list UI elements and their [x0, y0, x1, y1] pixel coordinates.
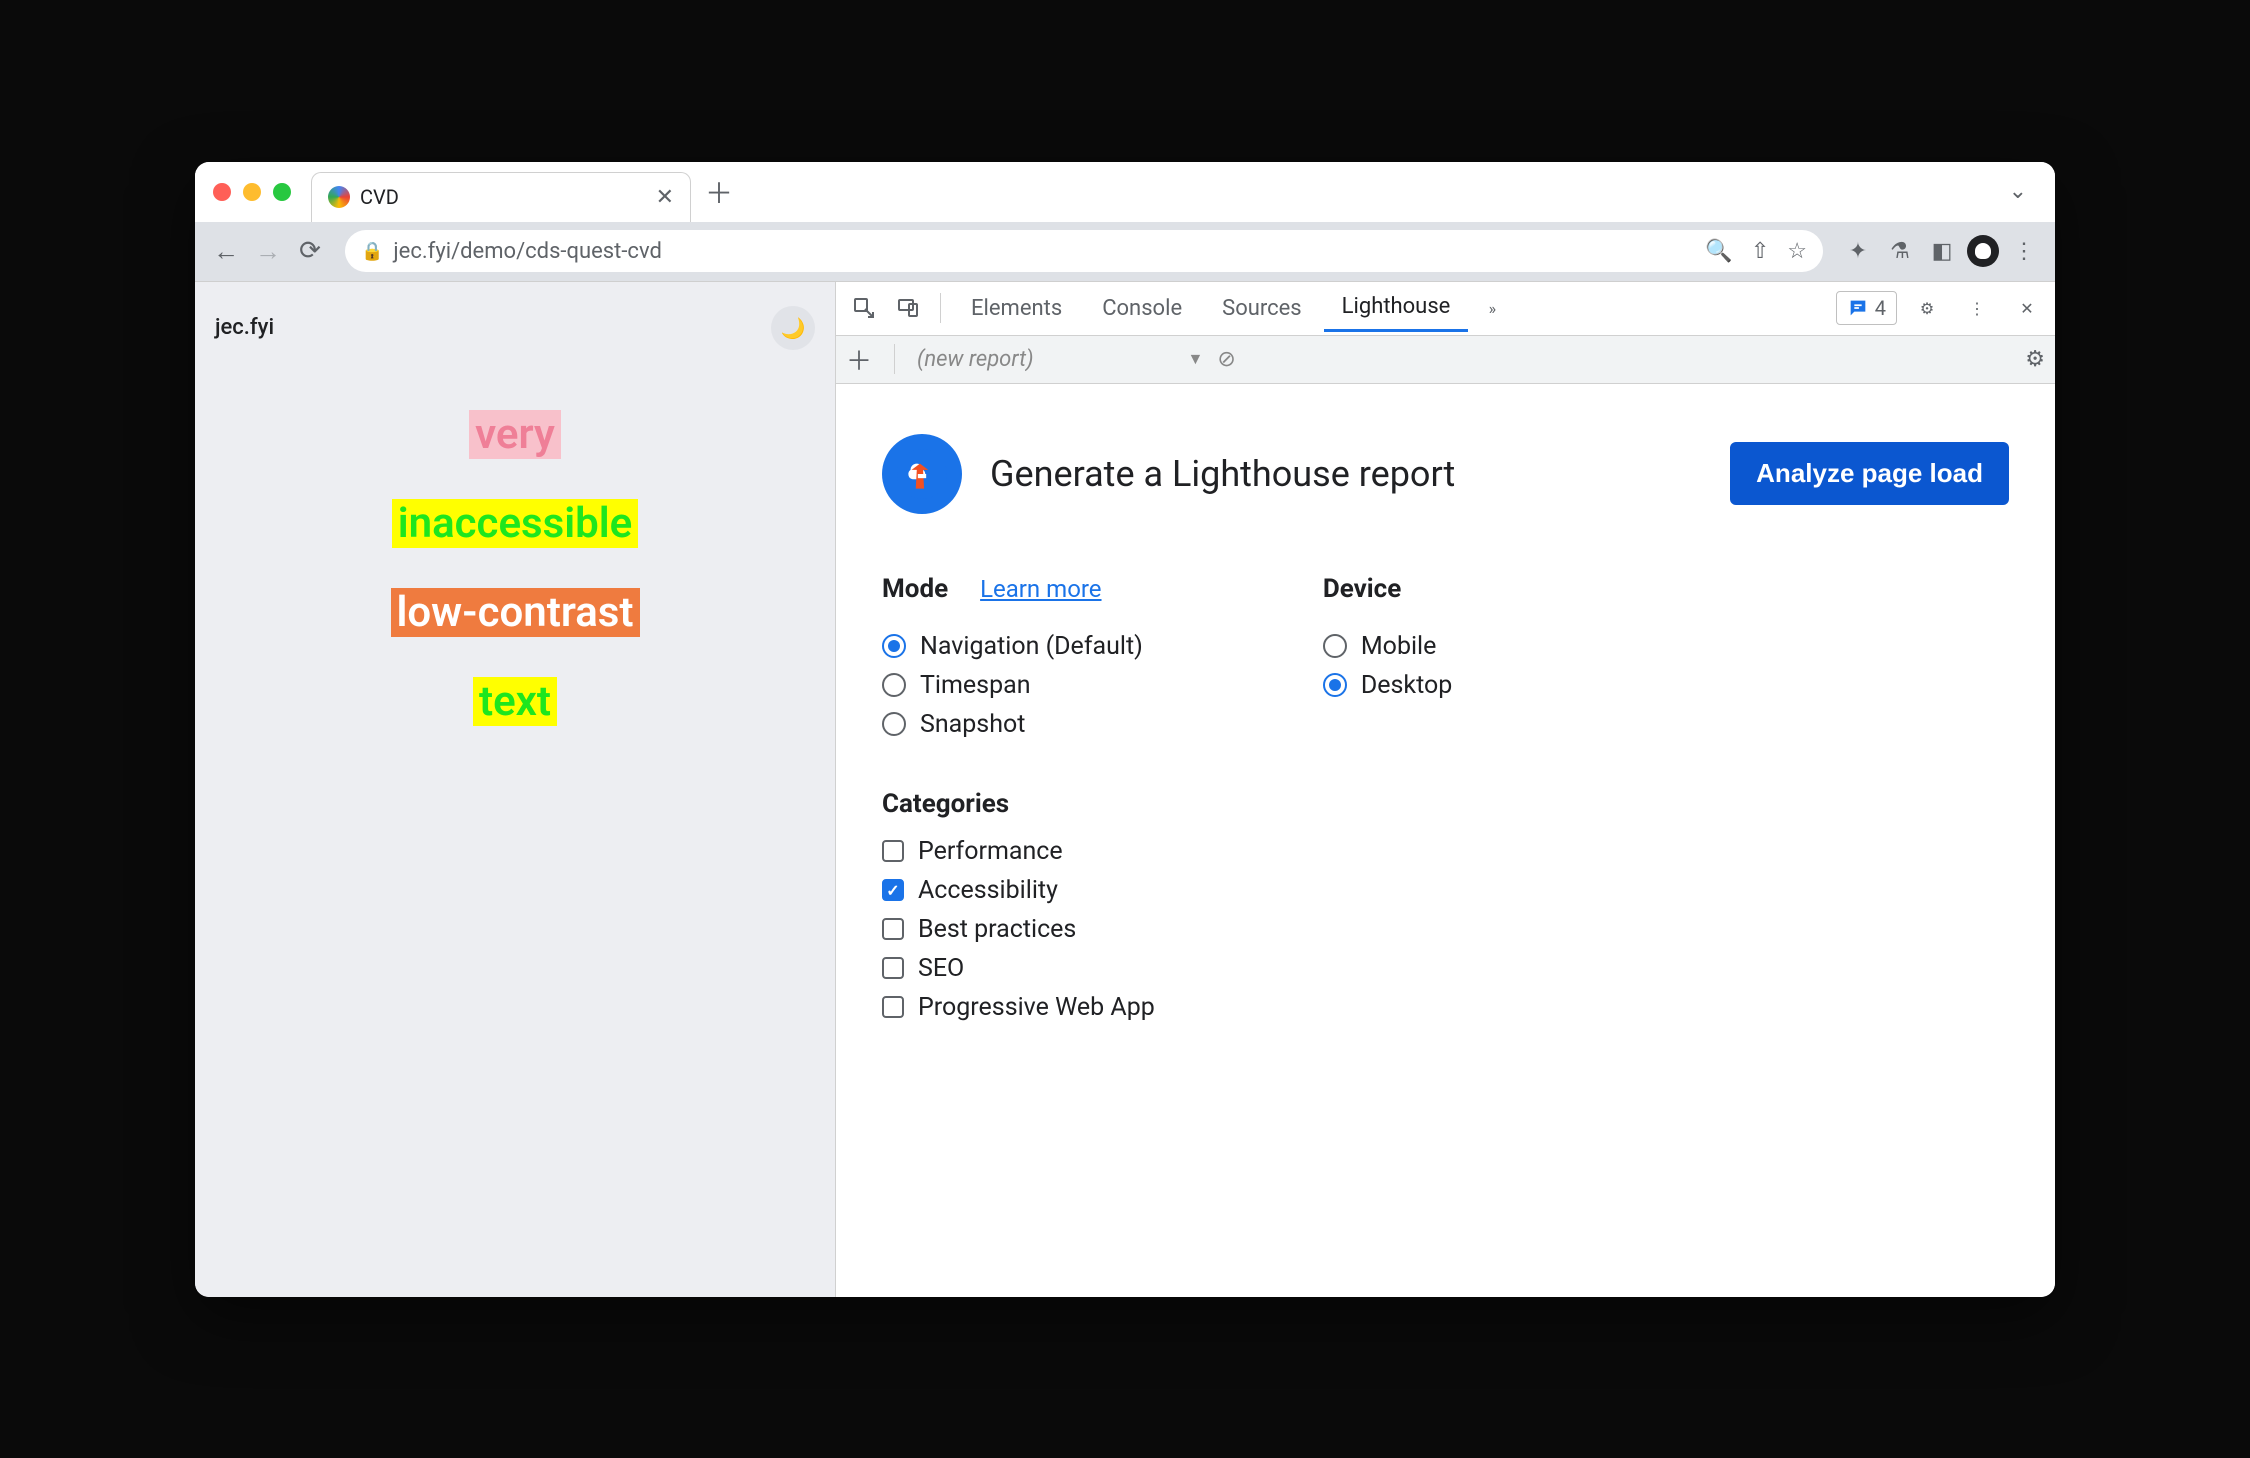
- categories-heading: Categories: [882, 789, 2009, 819]
- minimize-window-button[interactable]: [243, 183, 261, 201]
- devtools-tabbar: Elements Console Sources Lighthouse » 4 …: [836, 282, 2055, 336]
- option-label: Desktop: [1361, 671, 1452, 700]
- report-dropdown-label[interactable]: (new report): [917, 347, 1034, 372]
- tab-sources[interactable]: Sources: [1204, 286, 1320, 331]
- demo-word-1: very: [469, 410, 561, 459]
- more-tabs-icon[interactable]: »: [1472, 288, 1512, 328]
- new-tab-button[interactable]: ＋: [705, 172, 733, 212]
- close-window-button[interactable]: [213, 183, 231, 201]
- learn-more-link[interactable]: Learn more: [980, 575, 1101, 603]
- option-label: Mobile: [1361, 632, 1437, 661]
- url-text: jec.fyi/demo/cds-quest-cvd: [393, 239, 1695, 264]
- category-seo[interactable]: SEO: [882, 954, 2009, 983]
- content-area: jec.fyi 🌙 very inaccessible low-contrast…: [195, 282, 2055, 1297]
- close-tab-icon[interactable]: ✕: [656, 185, 674, 210]
- settings-gear-icon[interactable]: ⚙: [1907, 288, 1947, 328]
- option-label: Navigation (Default): [920, 632, 1143, 661]
- tab-favicon-icon: [328, 186, 350, 208]
- mode-option-timespan[interactable]: Timespan: [882, 671, 1143, 700]
- extensions-icon[interactable]: ✦: [1841, 234, 1875, 268]
- browser-tab[interactable]: CVD ✕: [311, 172, 691, 222]
- option-label: Accessibility: [918, 876, 1058, 905]
- category-best-practices[interactable]: Best practices: [882, 915, 2009, 944]
- share-icon[interactable]: ⇧: [1751, 239, 1769, 264]
- lighthouse-body: Generate a Lighthouse report Analyze pag…: [836, 384, 2055, 1297]
- browser-window: CVD ✕ ＋ ⌄ ← → ⟳ 🔒 jec.fyi/demo/cds-quest…: [195, 162, 2055, 1297]
- lighthouse-subbar: ＋ (new report) ▼ ⊘ ⚙: [836, 336, 2055, 384]
- titlebar: CVD ✕ ＋ ⌄: [195, 162, 2055, 222]
- labs-icon[interactable]: ⚗: [1883, 234, 1917, 268]
- radio-icon: [1323, 634, 1347, 658]
- tab-console[interactable]: Console: [1084, 286, 1200, 331]
- side-panel-icon[interactable]: ◧: [1925, 234, 1959, 268]
- profile-avatar[interactable]: [1967, 235, 1999, 267]
- mode-heading: Mode: [882, 574, 948, 604]
- category-pwa[interactable]: Progressive Web App: [882, 993, 2009, 1022]
- close-devtools-icon[interactable]: ✕: [2007, 288, 2047, 328]
- device-option-desktop[interactable]: Desktop: [1323, 671, 1452, 700]
- clear-icon[interactable]: ⊘: [1217, 347, 1235, 372]
- tab-elements[interactable]: Elements: [953, 286, 1080, 331]
- address-bar[interactable]: 🔒 jec.fyi/demo/cds-quest-cvd 🔍 ⇧ ☆: [345, 230, 1823, 272]
- lighthouse-heading: Generate a Lighthouse report: [990, 453, 1702, 495]
- page-brand: jec.fyi: [215, 315, 274, 340]
- issues-indicator[interactable]: 4: [1836, 291, 1897, 325]
- option-label: Progressive Web App: [918, 993, 1155, 1022]
- lighthouse-settings-icon[interactable]: ⚙: [2025, 347, 2045, 372]
- demo-words: very inaccessible low-contrast text: [391, 410, 640, 726]
- tab-overflow-icon[interactable]: ⌄: [2009, 179, 2027, 204]
- demo-word-4: text: [473, 677, 557, 726]
- checkbox-icon: [882, 879, 904, 901]
- option-label: Performance: [918, 837, 1063, 866]
- back-button[interactable]: ←: [209, 234, 243, 268]
- lock-icon: 🔒: [361, 241, 383, 262]
- devtools-panel: Elements Console Sources Lighthouse » 4 …: [835, 282, 2055, 1297]
- checkbox-icon: [882, 918, 904, 940]
- new-report-icon[interactable]: ＋: [846, 341, 872, 378]
- dark-mode-toggle[interactable]: 🌙: [771, 306, 815, 350]
- tab-lighthouse[interactable]: Lighthouse: [1324, 284, 1469, 332]
- mode-option-navigation[interactable]: Navigation (Default): [882, 632, 1143, 661]
- category-performance[interactable]: Performance: [882, 837, 2009, 866]
- dropdown-caret-icon[interactable]: ▼: [1188, 349, 1204, 369]
- checkbox-icon: [882, 840, 904, 862]
- option-label: SEO: [918, 954, 964, 983]
- bookmark-icon[interactable]: ☆: [1787, 239, 1807, 264]
- reload-button[interactable]: ⟳: [293, 234, 327, 268]
- window-controls: [213, 183, 291, 201]
- option-label: Best practices: [918, 915, 1076, 944]
- lighthouse-logo-icon: [882, 434, 962, 514]
- mode-section: Mode Learn more Navigation (Default) Tim…: [882, 574, 1143, 749]
- device-heading: Device: [1323, 574, 1401, 604]
- option-label: Snapshot: [920, 710, 1025, 739]
- chat-icon: [1847, 297, 1869, 319]
- demo-word-2: inaccessible: [392, 499, 639, 548]
- categories-section: Categories Performance Accessibility Bes…: [882, 789, 2009, 1022]
- demo-word-3: low-contrast: [391, 588, 640, 637]
- radio-icon: [882, 634, 906, 658]
- radio-icon: [1323, 673, 1347, 697]
- inspect-element-icon[interactable]: [844, 288, 884, 328]
- checkbox-icon: [882, 996, 904, 1018]
- kebab-menu-icon[interactable]: ⋮: [2007, 234, 2041, 268]
- category-accessibility[interactable]: Accessibility: [882, 876, 2009, 905]
- moon-icon: 🌙: [781, 316, 806, 340]
- rendered-page: jec.fyi 🌙 very inaccessible low-contrast…: [195, 282, 835, 1297]
- forward-button[interactable]: →: [251, 234, 285, 268]
- device-section: Device Mobile Desktop: [1323, 574, 1452, 749]
- issues-count: 4: [1875, 296, 1886, 320]
- tab-title: CVD: [360, 185, 646, 209]
- device-option-mobile[interactable]: Mobile: [1323, 632, 1452, 661]
- analyze-button[interactable]: Analyze page load: [1730, 442, 2009, 505]
- radio-icon: [882, 712, 906, 736]
- checkbox-icon: [882, 957, 904, 979]
- option-label: Timespan: [920, 671, 1031, 700]
- maximize-window-button[interactable]: [273, 183, 291, 201]
- devtools-menu-icon[interactable]: ⋮: [1957, 288, 1997, 328]
- browser-toolbar: ← → ⟳ 🔒 jec.fyi/demo/cds-quest-cvd 🔍 ⇧ ☆…: [195, 222, 2055, 282]
- radio-icon: [882, 673, 906, 697]
- device-toggle-icon[interactable]: [888, 288, 928, 328]
- mode-option-snapshot[interactable]: Snapshot: [882, 710, 1143, 739]
- zoom-icon[interactable]: 🔍: [1705, 239, 1732, 264]
